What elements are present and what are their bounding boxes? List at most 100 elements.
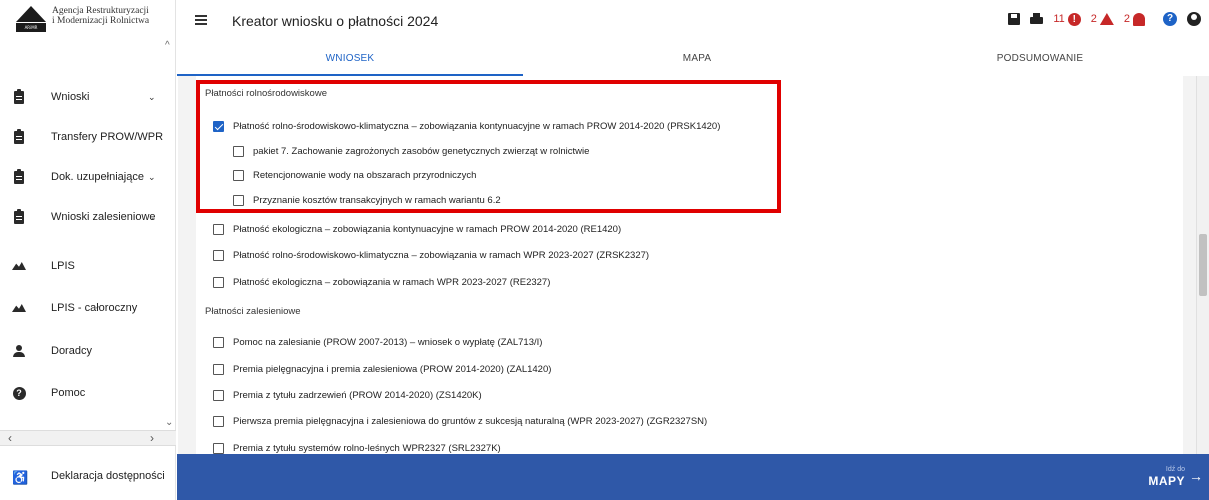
sidebar-horizontal-scrollbar[interactable]: ‹ › <box>0 430 176 446</box>
checkbox-prsk1420[interactable]: Płatność rolno-środowiskowo-klimatyczna … <box>213 118 720 134</box>
checkbox-checked-icon[interactable] <box>213 120 224 132</box>
sidebar-item-label: Dok. uzupełniające <box>51 171 144 183</box>
account-icon <box>1187 12 1201 26</box>
logo-line-1: Agencja Restrukturyzacji <box>52 6 149 16</box>
clipboard-icon <box>12 128 26 144</box>
sidebar-item-transfery[interactable]: Transfery PROW/WPR <box>0 117 176 157</box>
checkbox-koszty-transakcyjne[interactable]: Przyznanie kosztów transakcyjnych w rama… <box>233 192 501 208</box>
print-button[interactable] <box>1030 13 1044 25</box>
checkbox-icon[interactable] <box>213 442 224 454</box>
account-button[interactable] <box>1187 12 1201 26</box>
checkbox-zal713[interactable]: Pomoc na zalesianie (PROW 2007-2013) – w… <box>213 334 542 350</box>
checkbox-icon[interactable] <box>213 363 224 375</box>
accessibility-icon: ♿ <box>12 470 29 485</box>
clipboard-icon <box>12 88 26 104</box>
clipboard-icon <box>12 168 26 184</box>
checkbox-icon[interactable] <box>233 194 244 206</box>
sidebar-item-dok-uzupelniajace[interactable]: Dok. uzupełniające ⌄ <box>0 157 176 197</box>
content-right-gutter <box>1183 76 1196 454</box>
sidebar-item-label: LPIS - całoroczny <box>51 302 138 314</box>
sidebar-item-doradcy[interactable]: Doradcy <box>0 331 176 371</box>
warnings-button[interactable]: 2 <box>1091 13 1114 25</box>
logo-text: Agencja Restrukturyzacji i Modernizacji … <box>52 6 149 26</box>
sidebar-item-lpis-caloroczny[interactable]: LPIS - całoroczny <box>0 288 176 328</box>
checkbox-retencjonowanie[interactable]: Retencjonowanie wody na obszarach przyro… <box>233 167 476 183</box>
go-to-map-button[interactable]: Idź do MAPY → <box>1129 454 1209 500</box>
scrollbar-thumb[interactable] <box>1199 234 1207 296</box>
checkbox-icon[interactable] <box>213 336 224 348</box>
error-count: 11 <box>1053 13 1065 25</box>
sidebar-item-label: Wnioski <box>51 91 90 103</box>
checkbox-label: pakiet 7. Zachowanie zagrożonych zasobów… <box>253 145 590 157</box>
agency-logo[interactable]: ARiMR Agencja Restrukturyzacji i Moderni… <box>16 6 149 32</box>
tab-podsumowanie[interactable]: PODSUMOWANIE <box>871 44 1209 76</box>
checkbox-label: Płatność ekologiczna – zobowiązania w ra… <box>233 276 551 288</box>
checkbox-re2327[interactable]: Płatność ekologiczna – zobowiązania w ra… <box>213 274 550 290</box>
section-heading-forest: Płatności zalesieniowe <box>205 306 301 317</box>
errors-button[interactable]: 11 ! <box>1053 12 1081 26</box>
sidebar-item-label: Pomoc <box>51 387 86 399</box>
notifications-button[interactable]: 2 <box>1123 12 1145 26</box>
content-vertical-scrollbar[interactable] <box>1196 76 1209 454</box>
checkbox-icon[interactable] <box>213 276 224 288</box>
tab-bar: WNIOSEK MAPA PODSUMOWANIE <box>177 44 1209 76</box>
checkbox-icon[interactable] <box>213 223 224 235</box>
sidebar-item-pomoc[interactable]: ? Pomoc <box>0 373 176 413</box>
checkbox-icon[interactable] <box>213 249 224 261</box>
sidebar-scroll-down-icon[interactable]: ⌄ <box>165 417 173 428</box>
checkbox-label: Premia z tytułu zadrzewień (PROW 2014-20… <box>233 389 482 401</box>
accessibility-declaration-link[interactable]: ♿ Deklaracja dostępności <box>0 450 176 500</box>
checkbox-zrsk2327[interactable]: Płatność rolno-środowiskowo-klimatyczna … <box>213 247 649 263</box>
checkbox-re1420[interactable]: Płatność ekologiczna – zobowiązania kont… <box>213 221 621 237</box>
arrow-right-icon: → <box>1189 468 1203 484</box>
checkbox-icon[interactable] <box>233 169 244 181</box>
section-heading-agri: Płatności rolnośrodowiskowe <box>205 88 327 99</box>
bell-icon <box>1133 12 1145 26</box>
sidebar-item-wnioski-zalesieniowe[interactable]: Wnioski zalesieniowe ⌄ <box>0 197 176 237</box>
sidebar-item-label: Transfery PROW/WPR <box>51 131 164 143</box>
checkbox-label: Premia pielęgnacyjna i premia zalesienio… <box>233 363 552 375</box>
toolbar: 11 ! 2 2 ? <box>998 12 1201 26</box>
chevron-down-icon: ⌄ <box>148 171 156 182</box>
sidebar-scroll-up-icon[interactable]: ^ <box>165 40 170 51</box>
checkbox-label: Płatność ekologiczna – zobowiązania kont… <box>233 223 622 235</box>
help-icon: ? <box>12 386 26 400</box>
checkbox-label: Pomoc na zalesianie (PROW 2007-2013) – w… <box>233 336 543 348</box>
print-icon <box>1030 13 1044 25</box>
top-bar: Kreator wniosku o płatności 2024 11 ! 2 … <box>177 0 1209 44</box>
error-icon: ! <box>1067 12 1081 26</box>
sidebar-item-lpis[interactable]: LPIS <box>0 246 176 286</box>
logo-mark-icon: ARiMR <box>16 6 46 32</box>
tab-mapa[interactable]: MAPA <box>523 44 871 76</box>
person-icon <box>12 344 26 358</box>
notification-count: 2 <box>1123 13 1130 25</box>
checkbox-zs1420k[interactable]: Premia z tytułu zadrzewień (PROW 2014-20… <box>213 387 482 403</box>
save-button[interactable] <box>1008 13 1021 25</box>
checkbox-icon[interactable] <box>213 415 224 427</box>
checkbox-zgr2327sn[interactable]: Pierwsza premia pielęgnacyjna i zalesien… <box>213 413 707 429</box>
checkbox-label: Przyznanie kosztów transakcyjnych w rama… <box>253 194 501 206</box>
warning-icon <box>1099 13 1114 25</box>
checkbox-icon[interactable] <box>233 145 244 157</box>
accessibility-label: Deklaracja dostępności <box>51 470 165 482</box>
logo-line-2: i Modernizacji Rolnictwa <box>52 16 150 26</box>
checkbox-label: Retencjonowanie wody na obszarach przyro… <box>253 169 477 181</box>
tab-wniosek[interactable]: WNIOSEK <box>177 44 523 76</box>
save-icon <box>1008 13 1021 25</box>
checkbox-zal1420[interactable]: Premia pielęgnacyjna i premia zalesienio… <box>213 361 551 377</box>
menu-icon[interactable] <box>195 15 207 25</box>
content-left-gutter <box>178 76 196 454</box>
scroll-right-icon[interactable]: › <box>150 431 154 446</box>
scroll-left-icon[interactable]: ‹ <box>8 431 12 446</box>
help-button[interactable]: ? <box>1163 12 1177 26</box>
checkbox-icon[interactable] <box>213 389 224 401</box>
sidebar-item-label: Wnioski zalesieniowe <box>51 211 156 223</box>
help-circle-icon: ? <box>1163 12 1177 26</box>
checkbox-pakiet-7[interactable]: pakiet 7. Zachowanie zagrożonych zasobów… <box>233 143 589 159</box>
sidebar-item-wnioski[interactable]: Wnioski ⌄ <box>0 77 176 117</box>
chevron-down-icon: ⌄ <box>148 211 156 222</box>
checkbox-label: Płatność rolno-środowiskowo-klimatyczna … <box>233 249 650 261</box>
terrain-icon <box>12 259 26 273</box>
app-root: ARiMR Agencja Restrukturyzacji i Moderni… <box>0 0 1209 500</box>
sidebar: ARiMR Agencja Restrukturyzacji i Moderni… <box>0 0 176 500</box>
